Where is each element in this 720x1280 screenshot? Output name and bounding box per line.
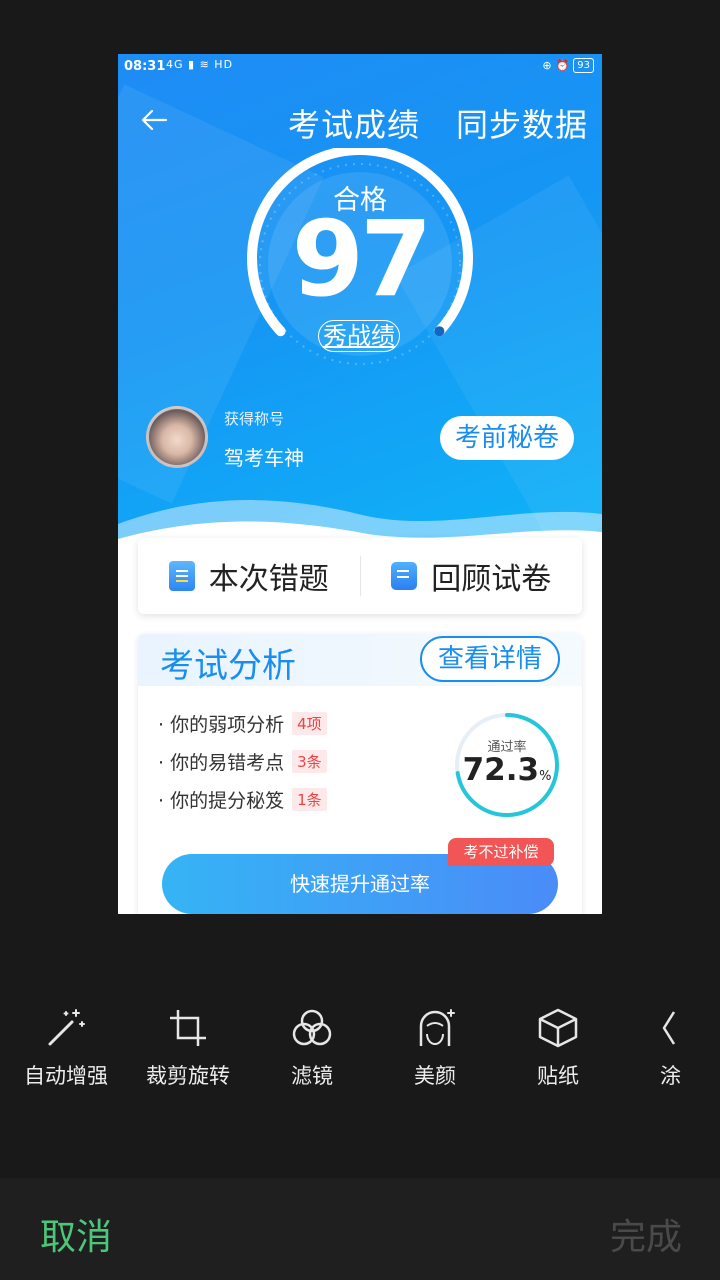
- action-bar: 本次错题 回顾试卷: [138, 538, 582, 614]
- edit-icon: [391, 562, 418, 590]
- list-item[interactable]: · 你的提分秘笈 1条: [158, 786, 327, 813]
- compensation-badge: 考不过补偿: [448, 838, 554, 866]
- lock-icon: ⊕: [542, 59, 552, 72]
- back-arrow-icon[interactable]: [138, 104, 170, 136]
- item-label: · 你的易错考点: [158, 752, 285, 774]
- beauty-icon: [419, 1009, 455, 1046]
- pass-rate-number: 72.3: [462, 752, 540, 788]
- cancel-button[interactable]: 取消: [40, 1208, 112, 1260]
- done-button[interactable]: 完成: [610, 1208, 682, 1260]
- filter-icon: [292, 1009, 332, 1046]
- network-label: HD: [214, 58, 234, 71]
- sync-data-button[interactable]: 同步数据: [456, 100, 588, 146]
- list-item[interactable]: · 你的易错考点 3条: [158, 748, 327, 775]
- item-tag: 3条: [292, 750, 327, 773]
- magic-wand-icon: [48, 1009, 85, 1046]
- review-paper-button[interactable]: 回顾试卷: [361, 554, 583, 598]
- avatar: [146, 406, 208, 468]
- tool-auto-enhance[interactable]: 自动增强: [6, 1000, 126, 1090]
- review-paper-label: 回顾试卷: [431, 562, 552, 597]
- crop-icon: [170, 1010, 206, 1046]
- photo-preview: 08:31 4G ▮ ≋ HD ⊕ ⏰ 93 考试成绩 同步数据 合格 97 秀…: [118, 54, 602, 914]
- score-hero: 08:31 4G ▮ ≋ HD ⊕ ⏰ 93 考试成绩 同步数据 合格 97 秀…: [118, 54, 602, 554]
- status-time: 08:31: [124, 59, 166, 74]
- view-details-button[interactable]: 查看详情: [420, 636, 560, 682]
- doodle-icon: [662, 1011, 676, 1045]
- tool-sticker[interactable]: 贴纸: [498, 1000, 618, 1090]
- battery-icon: 93: [573, 58, 594, 73]
- status-right: ⊕ ⏰ 93: [542, 58, 594, 73]
- item-tag: 4项: [292, 712, 327, 735]
- item-label: · 你的提分秘笈: [158, 790, 285, 812]
- item-tag: 1条: [292, 788, 327, 811]
- page-title: 考试成绩: [288, 106, 421, 144]
- share-score-button[interactable]: 秀战绩: [318, 320, 400, 352]
- exam-secret-button[interactable]: 考前秘卷: [440, 416, 574, 460]
- honor-title: 驾考车神: [224, 446, 304, 470]
- tool-label: 美颜: [414, 1064, 456, 1088]
- wrong-questions-label: 本次错题: [208, 562, 329, 597]
- wrong-questions-button[interactable]: 本次错题: [138, 554, 360, 598]
- tool-label: 贴纸: [537, 1064, 579, 1088]
- signal-label: 4G: [166, 58, 184, 71]
- tool-label: 裁剪旋转: [146, 1064, 230, 1088]
- item-label: · 你的弱项分析: [158, 714, 285, 736]
- list-item[interactable]: · 你的弱项分析 4项: [158, 710, 327, 737]
- tool-label: 涂: [660, 1064, 681, 1088]
- tool-label: 滤镜: [291, 1064, 333, 1088]
- sticker-icon: [538, 1008, 578, 1048]
- tool-label: 自动增强: [24, 1064, 108, 1088]
- list-icon: [168, 561, 195, 591]
- signal-icon: 4G ▮ ≋ HD: [166, 58, 234, 71]
- pass-rate-value: 72.3%: [452, 752, 562, 788]
- score-value: 97: [291, 198, 433, 320]
- alarm-icon: ⏰: [555, 59, 570, 72]
- status-bar: 08:31 4G ▮ ≋ HD ⊕ ⏰ 93: [118, 54, 602, 80]
- honor-caption: 获得称号: [224, 410, 285, 428]
- tool-filter[interactable]: 滤镜: [252, 1000, 372, 1090]
- analysis-title: 考试分析: [160, 646, 296, 686]
- tool-crop-rotate[interactable]: 裁剪旋转: [128, 1000, 248, 1090]
- tool-beauty[interactable]: 美颜: [375, 1000, 495, 1090]
- tool-doodle[interactable]: 涂: [610, 1000, 690, 1090]
- pass-rate-unit: %: [539, 769, 552, 784]
- edit-toolbar: 自动增强 裁剪旋转 滤镜 美颜 贴纸 涂: [0, 1000, 720, 1100]
